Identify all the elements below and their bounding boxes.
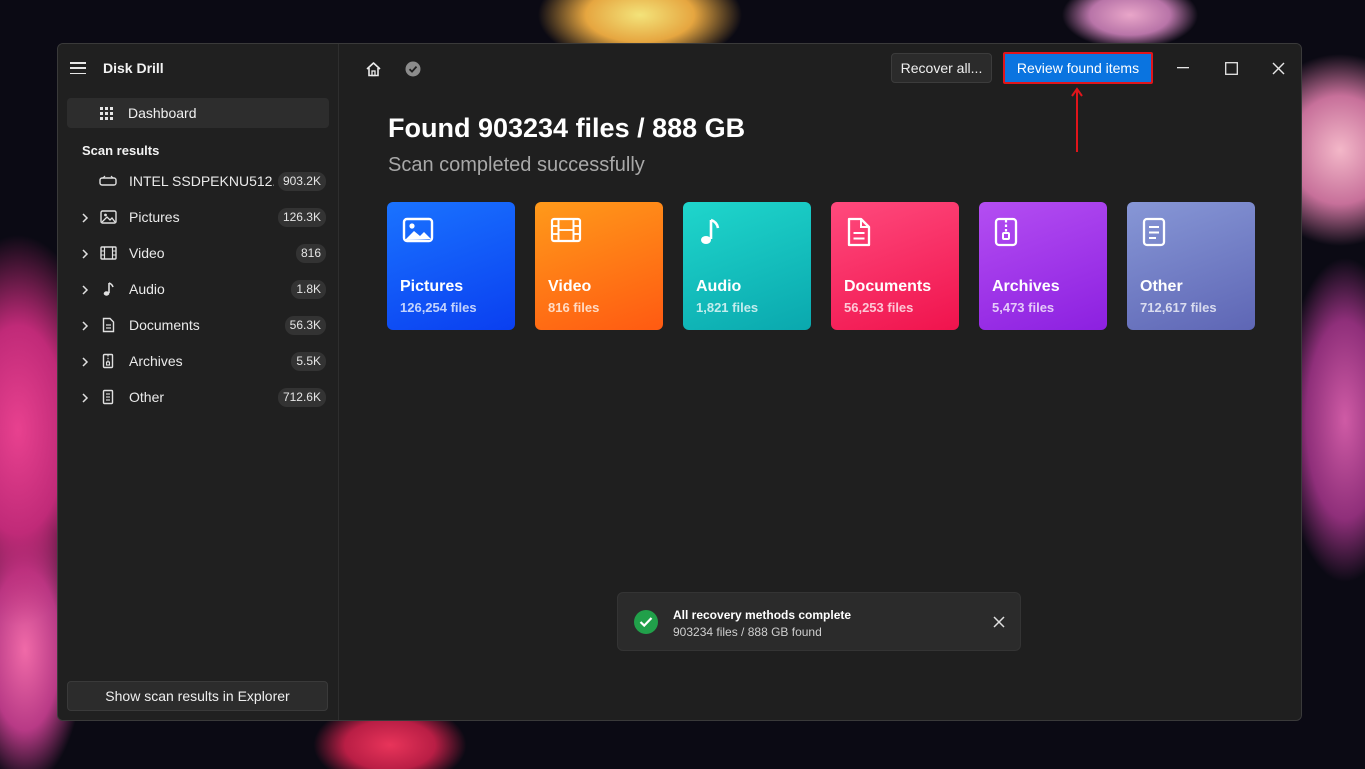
- chevron-right-icon[interactable]: [80, 319, 90, 331]
- home-icon[interactable]: [365, 61, 382, 82]
- scan-status-text: Scan completed successfully: [388, 154, 645, 176]
- card-count: 712,617 files: [1140, 300, 1217, 315]
- notification-toast: All recovery methods complete 903234 fil…: [617, 592, 1021, 651]
- sidebar-item-drive[interactable]: INTEL SSDPEKNU512... 903.2K: [58, 163, 338, 199]
- app-title: Disk Drill: [103, 60, 164, 76]
- card-count: 816 files: [548, 300, 600, 315]
- sidebar-item-label: Other: [129, 389, 165, 405]
- document-icon: [846, 217, 872, 252]
- category-card-video[interactable]: Video 816 files: [535, 202, 663, 330]
- close-icon[interactable]: [1268, 58, 1288, 78]
- toast-detail: 903234 files / 888 GB found: [673, 625, 822, 639]
- category-card-pictures[interactable]: Pictures 126,254 files: [387, 202, 515, 330]
- annotation-arrow-icon: [1071, 87, 1083, 152]
- category-card-archives[interactable]: Archives 5,473 files: [979, 202, 1107, 330]
- count-badge: 816: [295, 244, 326, 263]
- chevron-right-icon[interactable]: [80, 211, 90, 223]
- maximize-icon[interactable]: [1221, 58, 1241, 78]
- show-in-explorer-button[interactable]: Show scan results in Explorer: [67, 681, 328, 711]
- card-count: 5,473 files: [992, 300, 1055, 315]
- archive-icon: [994, 217, 1018, 252]
- sidebar-item-label: Documents: [129, 317, 200, 333]
- count-badge: 712.6K: [277, 388, 326, 407]
- minimize-icon[interactable]: [1173, 58, 1193, 78]
- scan-results-heading: Scan results: [82, 143, 160, 158]
- sidebar-item-label: Audio: [129, 281, 165, 297]
- image-icon: [402, 217, 434, 248]
- review-found-items-button[interactable]: Review found items: [1003, 52, 1153, 84]
- category-card-documents[interactable]: Documents 56,253 files: [831, 202, 959, 330]
- sidebar-item-label: Pictures: [129, 209, 180, 225]
- sidebar-item-label: INTEL SSDPEKNU512...: [129, 173, 274, 189]
- chevron-right-icon[interactable]: [80, 391, 90, 403]
- app-header: Disk Drill: [58, 44, 338, 92]
- sidebar-item-video[interactable]: Video 816: [58, 235, 338, 271]
- count-badge: 903.2K: [277, 172, 326, 191]
- hamburger-menu-icon[interactable]: [70, 62, 86, 74]
- category-card-other[interactable]: Other 712,617 files: [1127, 202, 1255, 330]
- count-badge: 56.3K: [284, 316, 326, 335]
- document-icon: [99, 317, 117, 333]
- scan-complete-check-icon: [405, 61, 421, 82]
- card-title: Video: [548, 278, 592, 295]
- card-title: Archives: [992, 278, 1060, 295]
- page-title: Found 903234 files / 888 GB: [388, 113, 746, 143]
- card-title: Audio: [696, 278, 742, 295]
- sidebar: Disk Drill Dashboard Scan results INTEL …: [58, 44, 339, 720]
- card-title: Pictures: [400, 278, 464, 295]
- recover-all-button[interactable]: Recover all...: [891, 53, 992, 83]
- chevron-right-icon[interactable]: [80, 355, 90, 367]
- sidebar-item-other[interactable]: Other 712.6K: [58, 379, 338, 415]
- music-note-icon: [698, 217, 720, 252]
- sidebar-item-label: Video: [129, 245, 165, 261]
- file-icon: [1142, 217, 1166, 252]
- film-icon: [99, 245, 117, 261]
- card-count: 56,253 files: [844, 300, 914, 315]
- sidebar-item-audio[interactable]: Audio 1.8K: [58, 271, 338, 307]
- music-note-icon: [99, 281, 117, 297]
- count-badge: 5.5K: [291, 352, 326, 371]
- chevron-right-icon[interactable]: [80, 247, 90, 259]
- count-badge: 126.3K: [277, 208, 326, 227]
- card-title: Other: [1140, 278, 1183, 295]
- sidebar-item-documents[interactable]: Documents 56.3K: [58, 307, 338, 343]
- app-window: Disk Drill Dashboard Scan results INTEL …: [57, 43, 1302, 721]
- card-count: 1,821 files: [696, 300, 759, 315]
- main-panel: Recover all... Review found items Found …: [339, 44, 1301, 720]
- grid-icon: [100, 106, 113, 120]
- toast-title: All recovery methods complete: [673, 608, 852, 622]
- sidebar-item-pictures[interactable]: Pictures 126.3K: [58, 199, 338, 235]
- sidebar-item-label: Archives: [129, 353, 183, 369]
- close-icon[interactable]: [992, 615, 1006, 629]
- archive-icon: [99, 353, 117, 369]
- sidebar-item-label: Dashboard: [128, 105, 197, 121]
- card-title: Documents: [844, 278, 932, 295]
- category-card-audio[interactable]: Audio 1,821 files: [683, 202, 811, 330]
- count-badge: 1.8K: [291, 280, 326, 299]
- chevron-right-icon[interactable]: [80, 283, 90, 295]
- sidebar-item-archives[interactable]: Archives 5.5K: [58, 343, 338, 379]
- file-icon: [99, 389, 117, 405]
- sidebar-item-dashboard[interactable]: Dashboard: [67, 98, 329, 128]
- drive-icon: [99, 173, 117, 189]
- success-check-icon: [634, 610, 658, 634]
- card-count: 126,254 files: [400, 300, 477, 315]
- film-icon: [550, 217, 582, 248]
- image-icon: [99, 209, 117, 225]
- category-cards: Pictures 126,254 files Video 816 files A…: [387, 202, 1255, 330]
